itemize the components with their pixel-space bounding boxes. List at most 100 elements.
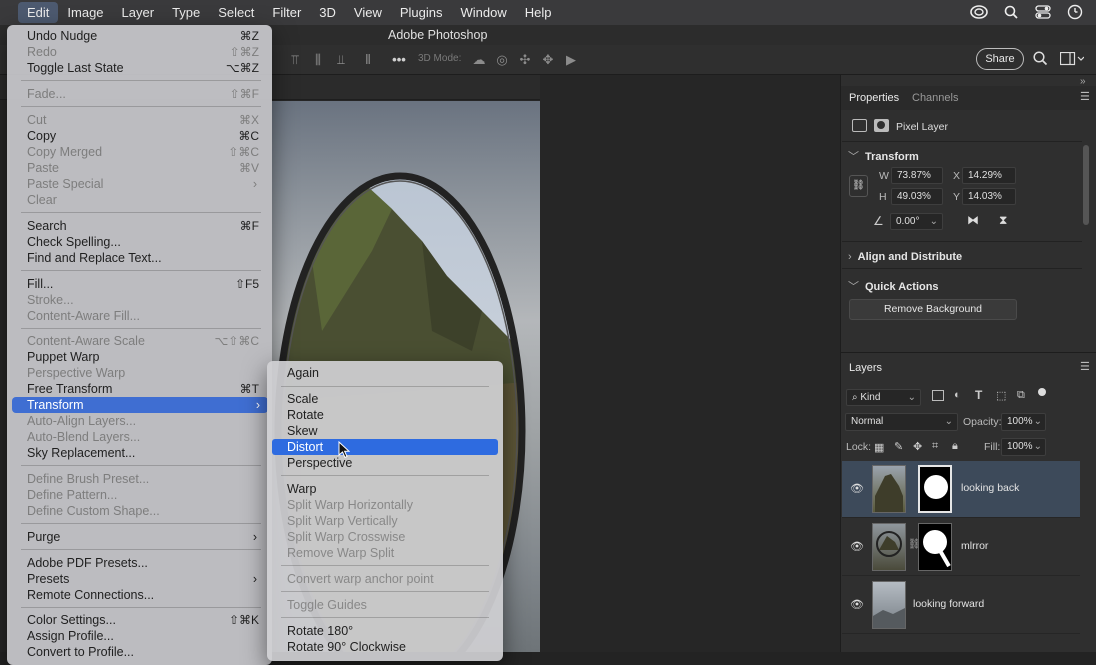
filter-kind-select[interactable]: ⌕ Kind ⌄ xyxy=(846,389,921,406)
y-field[interactable]: 14.03% xyxy=(962,188,1016,205)
layer-row[interactable]: 👁︎ looking back xyxy=(842,461,1080,518)
layer-name[interactable]: looking forward xyxy=(913,598,984,610)
x-field[interactable]: 14.29% xyxy=(962,167,1016,184)
submenu-item-rotate-90-cw[interactable]: Rotate 90° Clockwise xyxy=(287,639,497,655)
menu-view[interactable]: View xyxy=(345,2,391,23)
menu-window[interactable]: Window xyxy=(452,2,516,23)
submenu-item-rotate-180[interactable]: Rotate 180° xyxy=(287,623,497,639)
distribute-icon[interactable]: ⫴ xyxy=(360,52,376,68)
menu-item-check-spelling[interactable]: Check Spelling... xyxy=(27,234,259,250)
link-dimensions-icon[interactable]: ⛓ xyxy=(849,175,868,197)
tab-channels[interactable]: Channels xyxy=(912,92,958,104)
opacity-field[interactable]: 100% ⌄ xyxy=(1001,413,1046,431)
menu-item-free-transform[interactable]: Free Transform ⌘T xyxy=(27,381,259,397)
menu-image[interactable]: Image xyxy=(58,2,112,23)
layer-name[interactable]: looking back xyxy=(961,482,1019,494)
submenu-item-rotate[interactable]: Rotate xyxy=(287,407,497,423)
transform-section-header[interactable]: ﹀ Transform xyxy=(848,148,919,164)
menu-item-find-replace[interactable]: Find and Replace Text... xyxy=(27,250,259,266)
menu-item-toggle-last-state[interactable]: Toggle Last State ⌥⌘Z xyxy=(27,60,259,76)
apple-menu[interactable] xyxy=(0,2,18,23)
submenu-item-scale[interactable]: Scale xyxy=(287,391,497,407)
creative-cloud-icon[interactable] xyxy=(968,3,990,21)
fill-field[interactable]: 100% ⌄ xyxy=(1001,438,1046,456)
share-button[interactable]: Share xyxy=(976,48,1024,70)
clock-icon[interactable] xyxy=(1064,3,1086,21)
flip-horizontal-icon[interactable]: ⧓ xyxy=(967,213,979,227)
submenu-item-skew[interactable]: Skew xyxy=(287,423,497,439)
align-bottom-icon[interactable]: ⫫ xyxy=(333,52,349,68)
menu-item-presets[interactable]: Presets › xyxy=(27,571,259,587)
remove-background-button[interactable]: Remove Background xyxy=(849,299,1017,320)
menu-item-purge[interactable]: Purge › xyxy=(27,529,259,545)
panel-menu-icon[interactable]: ☰ xyxy=(1080,360,1090,373)
3d-orbit-icon[interactable]: ☁ xyxy=(471,52,487,68)
submenu-item-warp[interactable]: Warp xyxy=(287,481,497,497)
menu-item-copy[interactable]: Copy ⌘C xyxy=(27,128,259,144)
filter-shape-icon[interactable]: ⬚ xyxy=(996,389,1006,402)
workspace-icon[interactable] xyxy=(1059,51,1085,69)
menu-item-convert-profile[interactable]: Convert to Profile... xyxy=(27,644,259,660)
lock-brush-icon[interactable]: ✎ xyxy=(894,440,903,453)
menu-item-pdf-presets[interactable]: Adobe PDF Presets... xyxy=(27,555,259,571)
layer-name[interactable]: mlrror xyxy=(961,540,988,552)
width-field[interactable]: 73.87% xyxy=(891,167,943,184)
menu-filter[interactable]: Filter xyxy=(263,2,310,23)
visibility-eye-icon[interactable]: 👁︎ xyxy=(850,540,864,554)
tab-layers[interactable]: Layers xyxy=(849,362,882,374)
properties-scrollbar[interactable] xyxy=(1083,145,1089,225)
menu-item-fill[interactable]: Fill... ⇧F5 xyxy=(27,276,259,292)
visibility-eye-icon[interactable]: 👁︎ xyxy=(850,598,864,612)
control-center-icon[interactable] xyxy=(1032,3,1054,21)
filter-toggle-icon[interactable] xyxy=(1038,388,1046,396)
height-field[interactable]: 49.03% xyxy=(891,188,943,205)
menu-select[interactable]: Select xyxy=(209,2,263,23)
menu-item-puppet-warp[interactable]: Puppet Warp xyxy=(27,349,259,365)
menu-item-transform[interactable]: Transform › xyxy=(12,397,268,413)
layer-row[interactable]: 👁︎ looking forward xyxy=(842,577,1080,634)
more-options-icon[interactable]: ••• xyxy=(391,52,407,68)
filter-pixel-icon[interactable] xyxy=(932,390,944,401)
quick-actions-section-header[interactable]: ﹀ Quick Actions xyxy=(848,278,939,294)
filter-type-icon[interactable]: T xyxy=(975,388,982,402)
lock-all-icon[interactable]: 🔒︎ xyxy=(952,440,958,453)
submenu-item-perspective[interactable]: Perspective xyxy=(287,455,497,471)
lock-transparent-icon[interactable]: ▦ xyxy=(874,441,884,454)
angle-field[interactable]: 0.00° ⌄ xyxy=(890,213,943,230)
3d-pan-icon[interactable]: ✣ xyxy=(517,52,533,68)
panel-menu-icon[interactable]: ☰ xyxy=(1080,90,1090,103)
align-middle-icon[interactable]: ⫼ xyxy=(310,52,326,68)
menu-layer[interactable]: Layer xyxy=(113,2,164,23)
menu-item-search[interactable]: Search ⌘F xyxy=(27,218,259,234)
search-icon[interactable] xyxy=(1033,51,1048,69)
menu-type[interactable]: Type xyxy=(163,2,209,23)
menu-edit[interactable]: Edit xyxy=(18,2,59,23)
blend-mode-select[interactable]: Normal ⌄ xyxy=(845,413,958,431)
layer-row[interactable]: 👁︎ ⛓ mlrror xyxy=(842,519,1080,576)
filter-smart-object-icon[interactable]: ⧉ xyxy=(1017,389,1025,402)
3d-roll-icon[interactable]: ◎ xyxy=(494,52,510,68)
layer-mask-thumbnail[interactable] xyxy=(918,465,952,513)
menu-item-assign-profile[interactable]: Assign Profile... xyxy=(27,628,259,644)
menu-item-undo-nudge[interactable]: Undo Nudge ⌘Z xyxy=(27,28,259,44)
menu-item-sky-replacement[interactable]: Sky Replacement... xyxy=(27,445,259,461)
3d-slide-icon[interactable]: ✥ xyxy=(540,52,556,68)
3d-camera-icon[interactable]: ▶ xyxy=(563,52,579,68)
spotlight-search-icon[interactable] xyxy=(1000,3,1022,21)
filter-adjustment-icon[interactable]: ◐ xyxy=(954,389,961,401)
menu-plugins[interactable]: Plugins xyxy=(391,2,452,23)
lock-artboard-icon[interactable]: ⌗ xyxy=(932,440,938,453)
submenu-item-again[interactable]: Again xyxy=(287,365,497,381)
align-top-icon[interactable]: ⫪ xyxy=(287,52,303,68)
flip-vertical-icon[interactable]: ⧗ xyxy=(999,213,1007,228)
menu-3d[interactable]: 3D xyxy=(310,2,345,23)
menu-item-color-settings[interactable]: Color Settings... ⇧⌘K xyxy=(27,612,259,628)
menu-item-remote-connections[interactable]: Remote Connections... xyxy=(27,587,259,603)
submenu-item-distort[interactable]: Distort xyxy=(272,439,498,455)
align-distribute-section-header[interactable]: › Align and Distribute xyxy=(848,251,962,263)
menu-help[interactable]: Help xyxy=(516,2,561,23)
tab-properties[interactable]: Properties xyxy=(849,92,899,104)
layer-mask-thumbnail[interactable] xyxy=(918,523,952,571)
lock-position-icon[interactable]: ✥ xyxy=(913,440,922,453)
visibility-eye-icon[interactable]: 👁︎ xyxy=(850,482,864,496)
